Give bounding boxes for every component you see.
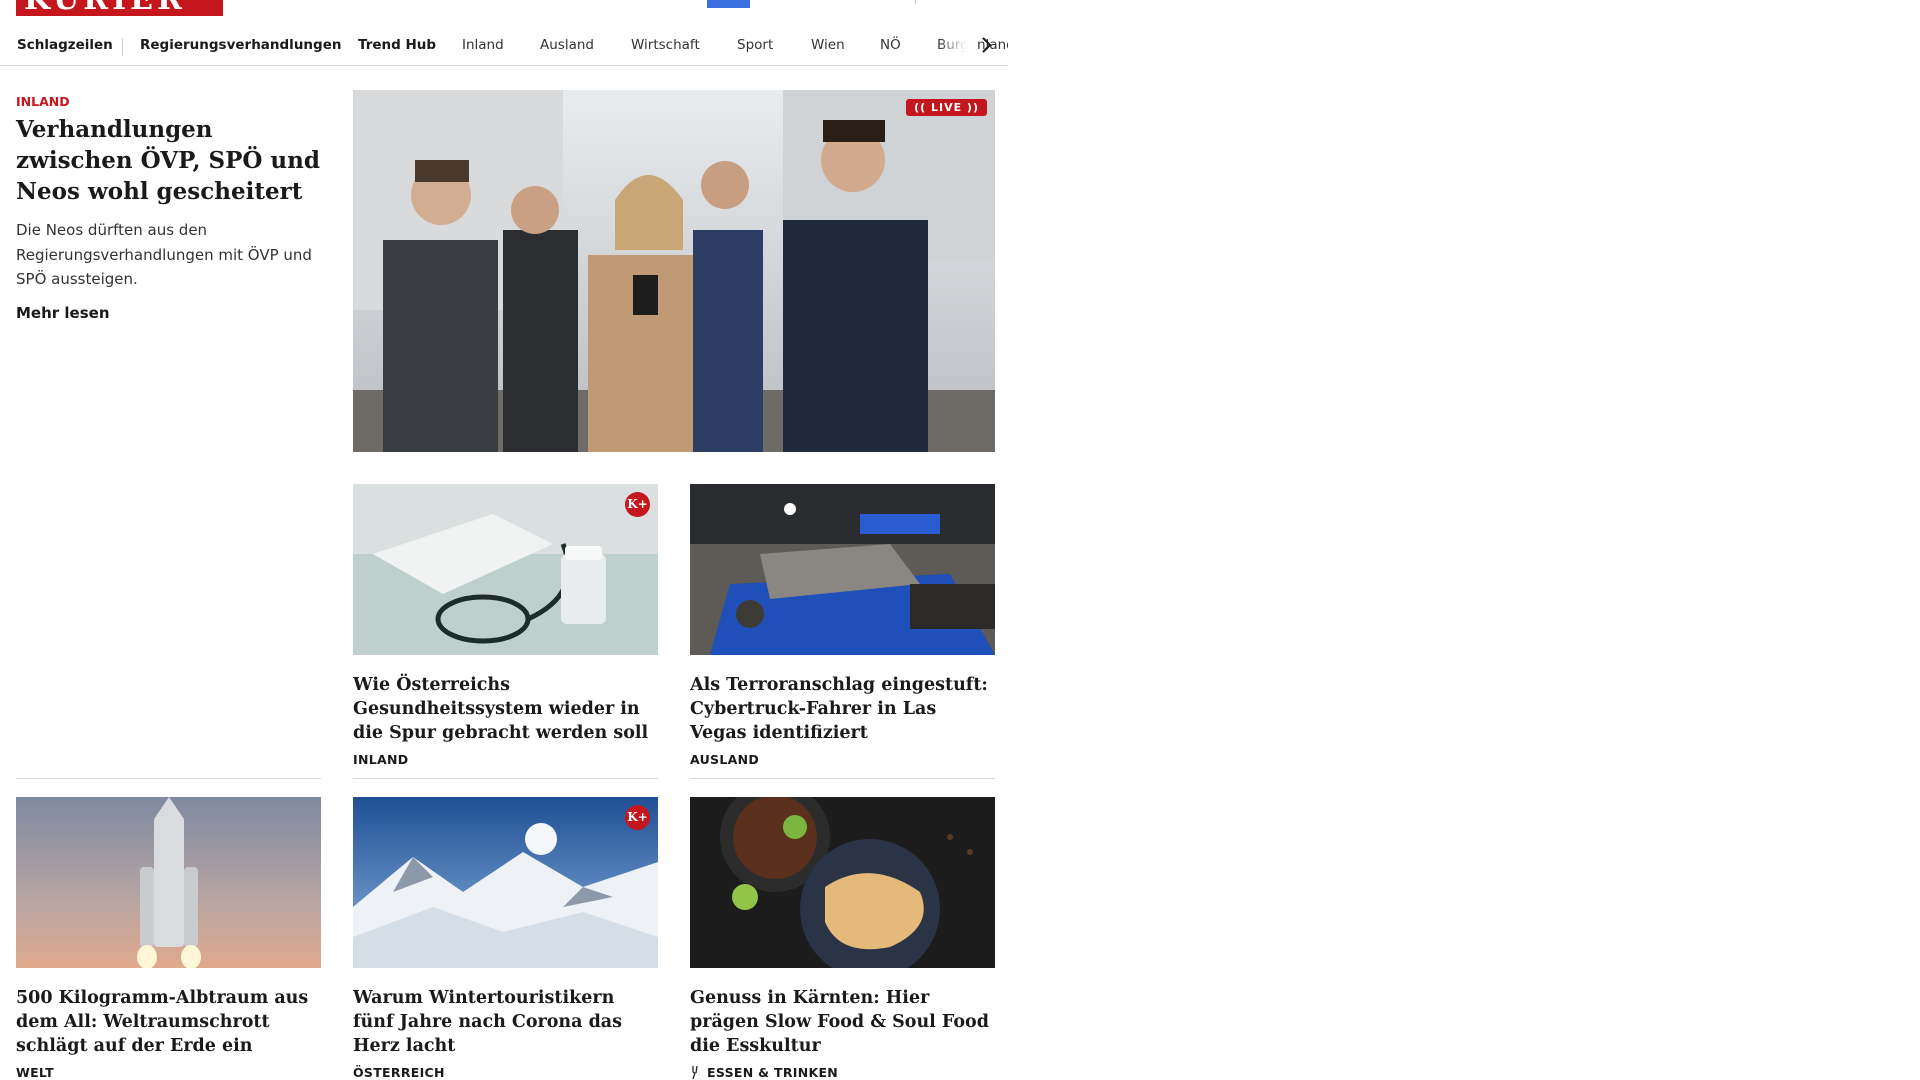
chevron-right-icon[interactable]: [978, 34, 996, 56]
nav-fade: [938, 32, 978, 58]
article-headline[interactable]: Genuss in Kärnten: Hier prägen Slow Food…: [690, 986, 995, 1058]
article-category[interactable]: ESSEN & TRINKEN: [690, 1065, 995, 1080]
article-category[interactable]: INLAND: [353, 752, 658, 767]
lead-teaser: Die Neos dürften aus den Regierungsverha…: [16, 221, 312, 288]
article-headline[interactable]: Wie Österreichs Gesundheitssys­tem wiede…: [353, 673, 658, 745]
article-thumbnail[interactable]: [690, 797, 995, 968]
nav-item-wirtschaft[interactable]: Wirtschaft: [631, 32, 700, 58]
food-plate-photo: [690, 797, 995, 968]
lead-category[interactable]: INLAND: [16, 94, 70, 109]
article-thumbnail[interactable]: [690, 484, 995, 655]
article-category[interactable]: ÖSTERREICH: [353, 1065, 658, 1080]
divider: [16, 778, 321, 779]
divider: [353, 778, 658, 779]
article-card-winter-tourism[interactable]: K+ Warum Wintertouristikern fünf Jahre n…: [353, 797, 658, 1080]
politicians-walking-photo: [353, 90, 995, 452]
page: KURIER Schlagzeilen Regierungsverhandlun…: [0, 0, 1014, 1080]
article-card-space-debris[interactable]: 500 Kilogramm-Albtraum aus dem All: Welt…: [16, 797, 321, 1080]
article-thumbnail[interactable]: K+: [353, 797, 658, 968]
nav-item-trend-hub[interactable]: Trend Hub: [358, 32, 436, 58]
rocket-launch-photo: [16, 797, 321, 968]
main-navigation: Schlagzeilen Regierungsverhandlungen Tre…: [0, 26, 1008, 66]
article-thumbnail[interactable]: K+: [353, 484, 658, 655]
article-headline[interactable]: 500 Kilogramm-Albtraum aus dem All: Welt…: [16, 986, 321, 1058]
header-divider: [915, 0, 916, 4]
article-card-carinthia-food[interactable]: Genuss in Kärnten: Hier prägen Slow Food…: [690, 797, 995, 1080]
nav-item-ausland[interactable]: Ausland: [540, 32, 594, 58]
nav-item-schlagzeilen[interactable]: Schlagzeilen: [17, 32, 113, 58]
lead-photo[interactable]: (( LIVE )): [353, 90, 995, 452]
fork-icon: [692, 1065, 698, 1080]
article-category[interactable]: AUSLAND: [690, 752, 995, 767]
nav-item-sport[interactable]: Sport: [737, 32, 773, 58]
kurier-logo[interactable]: KURIER: [16, 0, 223, 16]
divider: [690, 778, 995, 779]
article-headline[interactable]: Warum Wintertouristikern fünf Jahre nach…: [353, 986, 658, 1058]
premium-badge: K+: [625, 805, 650, 830]
lead-headline[interactable]: Verhandlungen zwischen ÖVP, SPÖ und Neos…: [16, 114, 328, 207]
nav-item-noe[interactable]: NÖ: [880, 32, 901, 58]
article-card-healthcare[interactable]: K+ Wie Österreichs Gesundheitssys­tem wi…: [353, 484, 658, 767]
article-category-label: ESSEN & TRINKEN: [707, 1065, 839, 1080]
article-category[interactable]: WELT: [16, 1065, 321, 1080]
snowy-mountains-photo: [353, 797, 658, 968]
read-more-link[interactable]: Mehr lesen: [16, 304, 110, 322]
header-accent-block: [707, 0, 750, 8]
nav-item-regierungsverhandlungen[interactable]: Regierungsverhandlungen: [140, 32, 341, 58]
article-headline[interactable]: Als Terroranschlag eingestuft: Cy­bertru…: [690, 673, 995, 745]
stethoscope-photo: [353, 484, 658, 655]
nav-item-inland[interactable]: Inland: [462, 32, 504, 58]
article-card-cybertruck[interactable]: Als Terroranschlag eingestuft: Cy­bertru…: [690, 484, 995, 767]
premium-badge: K+: [625, 492, 650, 517]
live-badge: (( LIVE )): [906, 99, 987, 116]
nav-separator: [122, 38, 123, 56]
article-thumbnail[interactable]: [16, 797, 321, 968]
cybertruck-scene-photo: [690, 484, 995, 655]
nav-item-wien[interactable]: Wien: [811, 32, 845, 58]
